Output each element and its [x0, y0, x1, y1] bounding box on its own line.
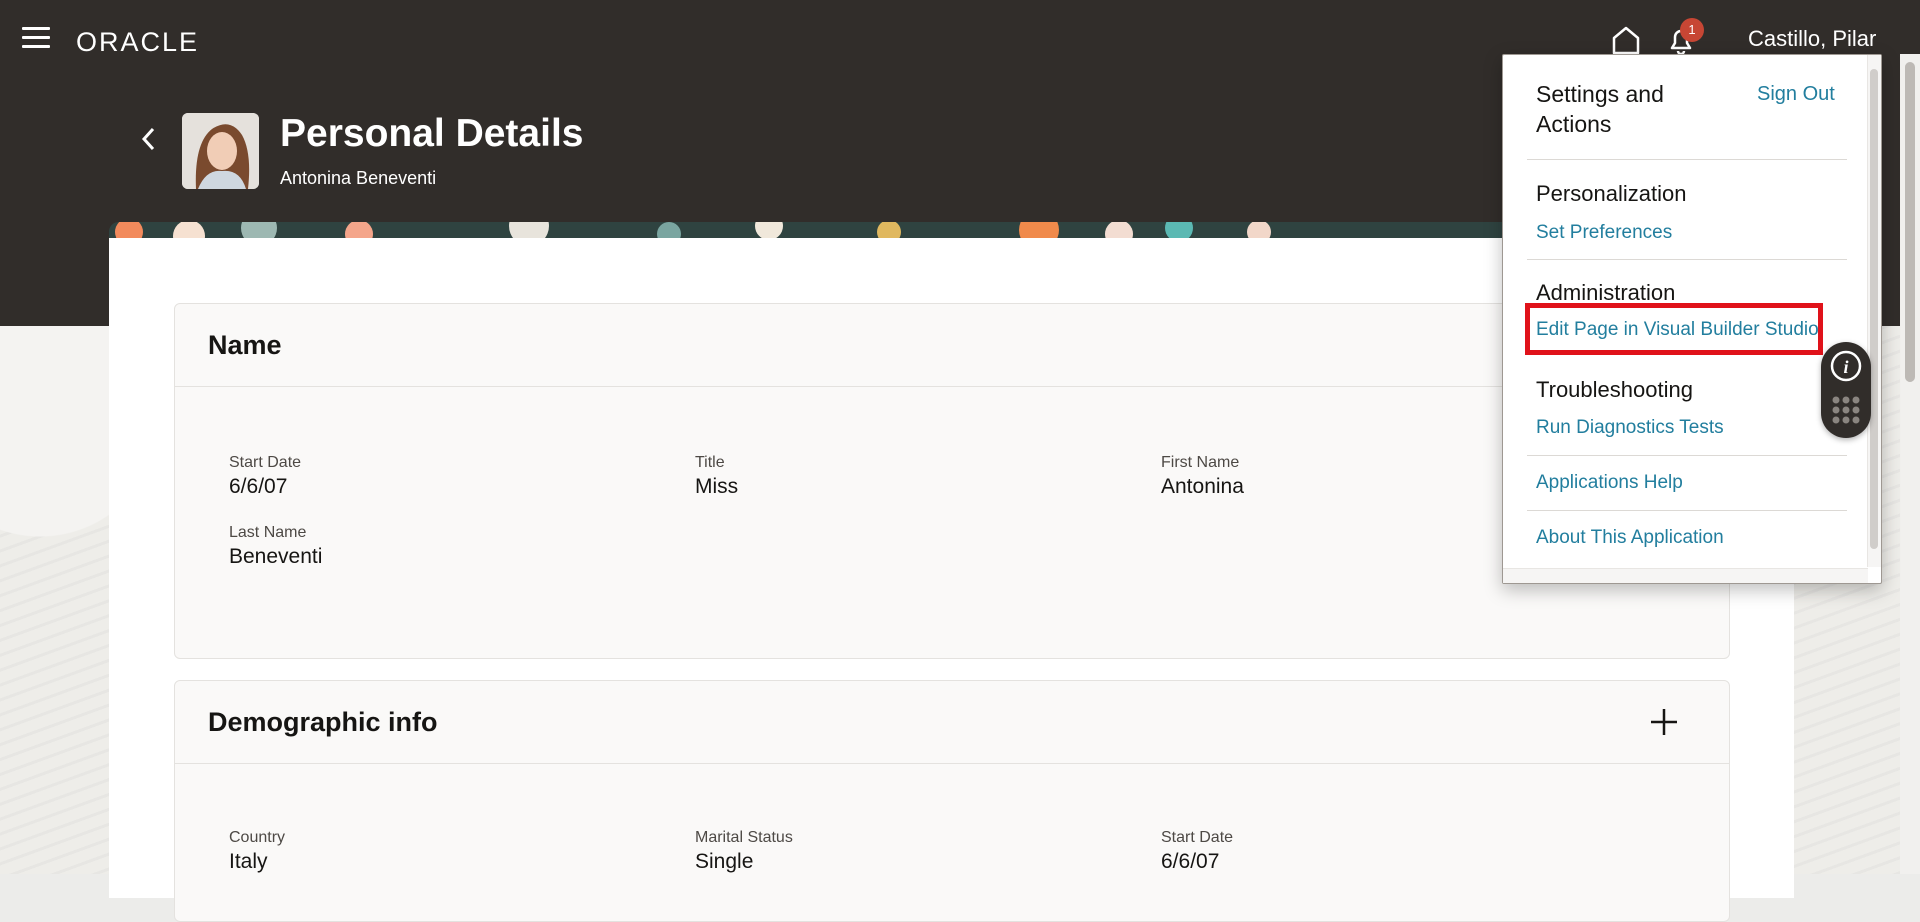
name-section: Name Start Date 6/6/07 Title Miss First …: [174, 303, 1730, 659]
field-value: Beneventi: [229, 545, 323, 568]
info-icon: i: [1830, 350, 1862, 382]
troubleshooting-heading: Troubleshooting: [1536, 377, 1693, 402]
page-title: Personal Details: [280, 112, 584, 155]
field-last-name: Last Name Beneventi: [229, 524, 322, 569]
field-value: Italy: [229, 850, 268, 873]
popup-title: Settings and Actions: [1536, 81, 1664, 137]
set-preferences-link[interactable]: Set Preferences: [1536, 222, 1672, 244]
floating-toolbar[interactable]: i: [1821, 342, 1871, 438]
svg-text:ORACLE: ORACLE: [76, 27, 199, 57]
demographic-section: Demographic info Country Italy Marital S…: [174, 680, 1730, 922]
section-title: Demographic info: [208, 707, 438, 737]
avatar: [182, 113, 259, 189]
divider: [1527, 259, 1847, 260]
field-marital-status: Marital Status Single: [695, 829, 793, 874]
svg-text:i: i: [1843, 357, 1848, 377]
hamburger-menu-icon[interactable]: [22, 27, 50, 51]
divider: [1527, 159, 1847, 160]
section-title: Name: [208, 330, 282, 360]
divider: [1527, 510, 1847, 511]
field-value: 6/6/07: [1161, 850, 1220, 873]
field-label: Start Date: [229, 454, 302, 471]
grid-dots-icon: [1832, 396, 1860, 424]
field-first-name: First Name Antonina: [1161, 454, 1244, 499]
field-value: 6/6/07: [229, 475, 288, 498]
add-plus-icon[interactable]: [1647, 705, 1681, 739]
applications-help-link[interactable]: Applications Help: [1536, 472, 1683, 494]
page-subtitle: Antonina Beneventi: [280, 168, 437, 188]
field-label: Title: [695, 454, 725, 471]
field-value: Single: [695, 850, 754, 873]
field-title: Title Miss: [695, 454, 738, 499]
name-section-header[interactable]: Name: [175, 304, 1729, 387]
run-diagnostics-link[interactable]: Run Diagnostics Tests: [1536, 417, 1724, 439]
field-label: Start Date: [1161, 829, 1234, 846]
back-chevron-icon[interactable]: [138, 124, 160, 154]
field-label: First Name: [1161, 454, 1240, 471]
field-label: Marital Status: [695, 829, 793, 846]
field-value: Miss: [695, 475, 739, 498]
divider: [1527, 455, 1847, 456]
personalization-heading: Personalization: [1536, 181, 1687, 206]
page-scrollbar[interactable]: [1900, 54, 1920, 874]
demographic-section-header[interactable]: Demographic info: [175, 681, 1729, 764]
field-start-date: Start Date 6/6/07: [1161, 829, 1233, 874]
home-icon[interactable]: [1610, 24, 1642, 56]
popup-vertical-scrollbar[interactable]: [1867, 55, 1881, 567]
user-menu[interactable]: Castillo, Pilar: [1748, 26, 1876, 52]
popup-horizontal-scrollbar[interactable]: [1503, 568, 1868, 583]
field-label: Last Name: [229, 524, 307, 541]
oracle-logo[interactable]: ORACLE: [76, 24, 212, 63]
field-label: Country: [229, 829, 286, 846]
field-country: Country Italy: [229, 829, 285, 874]
sign-out-link[interactable]: Sign Out: [1757, 83, 1835, 106]
settings-actions-popup: Settings and Actions Sign Out Personaliz…: [1502, 54, 1882, 584]
notification-count-badge: 1: [1680, 18, 1704, 42]
about-application-link[interactable]: About This Application: [1536, 527, 1724, 549]
field-value: Antonina: [1161, 475, 1244, 498]
field-start-date: Start Date 6/6/07: [229, 454, 301, 499]
highlight-box: [1525, 303, 1823, 355]
